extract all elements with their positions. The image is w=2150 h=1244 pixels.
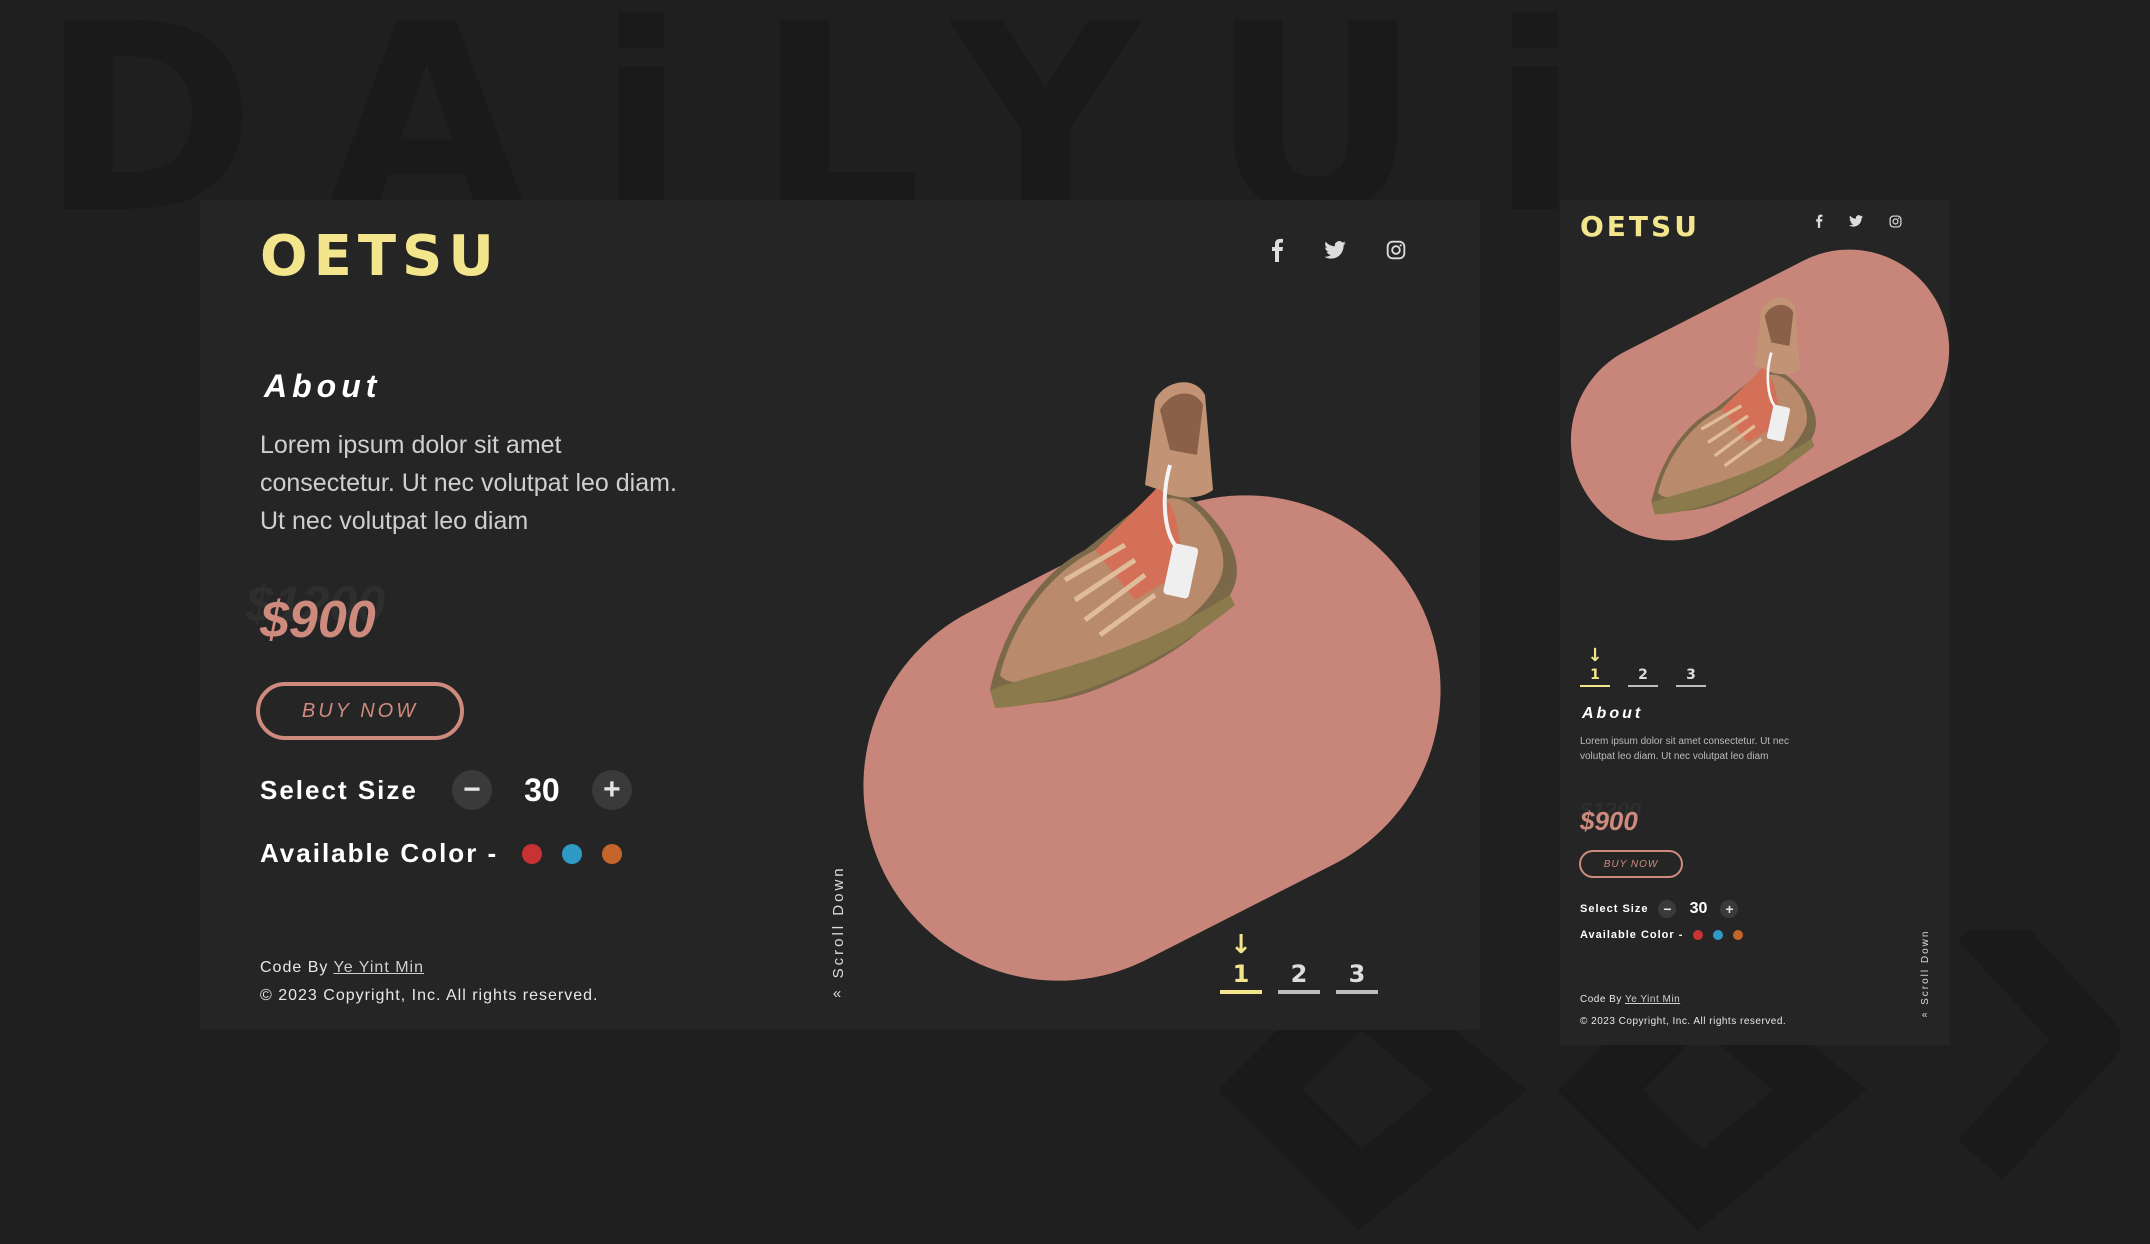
decrease-size-button[interactable]: − <box>1658 900 1677 918</box>
scroll-down-label: Scroll Down <box>830 865 847 979</box>
page-underline <box>1580 685 1610 687</box>
page-underline <box>1628 685 1658 687</box>
social-links <box>1815 214 1902 228</box>
footer: Code By Ye Yint Min © 2023 Copyright, In… <box>1580 989 1786 1033</box>
social-links <box>1270 238 1406 262</box>
brand-logo[interactable]: OETSU <box>1580 210 1700 243</box>
pagination: ↓ 1 2 3 <box>1220 930 1378 994</box>
page-1-button[interactable]: ↓ 1 <box>1220 930 1262 994</box>
color-swatch-orange[interactable] <box>602 843 623 864</box>
arrow-down-icon: ↓ <box>1230 930 1252 960</box>
mobile-product-card: OETSU ↓ 1 2 3 About Lorem ipsum dolor si… <box>1536 200 1984 1045</box>
size-label: Select Size <box>1580 903 1649 915</box>
copyright: © 2023 Copyright, Inc. All rights reserv… <box>1580 1016 1787 1027</box>
increase-size-button[interactable]: + <box>1720 900 1739 918</box>
facebook-icon[interactable] <box>1815 214 1823 228</box>
size-selector: Select Size − 30 + <box>1580 900 1739 918</box>
page-3-button[interactable]: 3 <box>1676 645 1706 687</box>
size-label: Select Size <box>260 774 418 805</box>
double-chevron-down-icon: « <box>832 985 845 1003</box>
color-label: Available Color - <box>1580 929 1684 941</box>
twitter-icon[interactable] <box>1849 215 1863 227</box>
about-heading: About <box>264 368 382 404</box>
brand-logo[interactable]: OETSU <box>260 224 500 289</box>
page-underline <box>1676 685 1706 687</box>
code-by-label: Code By <box>1580 994 1622 1005</box>
pagination: ↓ 1 2 3 <box>1580 645 1706 687</box>
author-link[interactable]: Ye Yint Min <box>1625 994 1680 1005</box>
page-1-button[interactable]: ↓ 1 <box>1580 645 1610 687</box>
scroll-down-label: Scroll Down <box>1920 930 1931 1006</box>
color-swatch-red[interactable] <box>1693 930 1704 940</box>
color-swatch-blue[interactable] <box>562 843 583 864</box>
page-number: 2 <box>1638 667 1648 683</box>
about-text: Lorem ipsum dolor sit amet consectetur. … <box>260 431 677 535</box>
page-number: 1 <box>1590 667 1600 683</box>
page-number: 2 <box>1290 960 1308 988</box>
size-value: 30 <box>524 771 560 808</box>
page-underline <box>1278 990 1320 994</box>
code-by-label: Code By <box>260 959 329 976</box>
twitter-icon[interactable] <box>1324 241 1346 259</box>
page-2-button[interactable]: 2 <box>1628 645 1658 687</box>
page-number: 1 <box>1232 960 1250 988</box>
page-number: 3 <box>1686 667 1696 683</box>
page-number: 3 <box>1348 960 1366 988</box>
scroll-down-indicator[interactable]: « Scroll Down <box>1920 930 1931 1021</box>
color-selector: Available Color - <box>260 838 623 869</box>
facebook-icon[interactable] <box>1270 238 1284 262</box>
scroll-down-indicator[interactable]: « Scroll Down <box>830 865 847 1003</box>
color-label: Available Color - <box>260 838 499 868</box>
about-text: Lorem ipsum dolor sit amet consectetur. … <box>1580 736 1789 762</box>
color-swatch-orange[interactable] <box>1733 930 1744 940</box>
increase-size-button[interactable]: + <box>591 770 632 810</box>
page-3-button[interactable]: 3 <box>1336 930 1378 994</box>
size-selector: Select Size − 30 + <box>260 770 632 810</box>
color-swatch-red[interactable] <box>522 843 543 864</box>
about-heading: About <box>1582 705 1644 722</box>
instagram-icon[interactable] <box>1386 240 1406 260</box>
decrease-size-button[interactable]: − <box>451 770 492 810</box>
double-chevron-down-icon: « <box>1921 1009 1930 1021</box>
author-link[interactable]: Ye Yint Min <box>334 959 424 976</box>
price: $900 <box>1580 806 1638 836</box>
instagram-icon[interactable] <box>1889 214 1902 228</box>
desktop-product-card: OETSU About Lorem ipsum dolor sit amet c… <box>200 200 1508 1048</box>
price: $900 <box>260 591 376 649</box>
sneaker-image <box>1651 297 1816 515</box>
buy-now-button[interactable]: BUY NOW <box>1579 850 1683 878</box>
page-underline <box>1220 990 1262 994</box>
arrow-down-icon: ↓ <box>1587 645 1603 666</box>
size-value: 30 <box>1689 900 1708 917</box>
sneaker-image <box>990 382 1237 708</box>
color-swatch-blue[interactable] <box>1713 930 1724 940</box>
page-underline <box>1336 990 1378 994</box>
copyright: © 2023 Copyright, Inc. All rights reserv… <box>260 987 599 1004</box>
buy-now-button[interactable]: BUY NOW <box>256 682 464 740</box>
color-selector: Available Color - <box>1580 929 1744 941</box>
page-2-button[interactable]: 2 <box>1278 930 1320 994</box>
footer: Code By Ye Yint Min © 2023 Copyright, In… <box>260 954 598 1010</box>
